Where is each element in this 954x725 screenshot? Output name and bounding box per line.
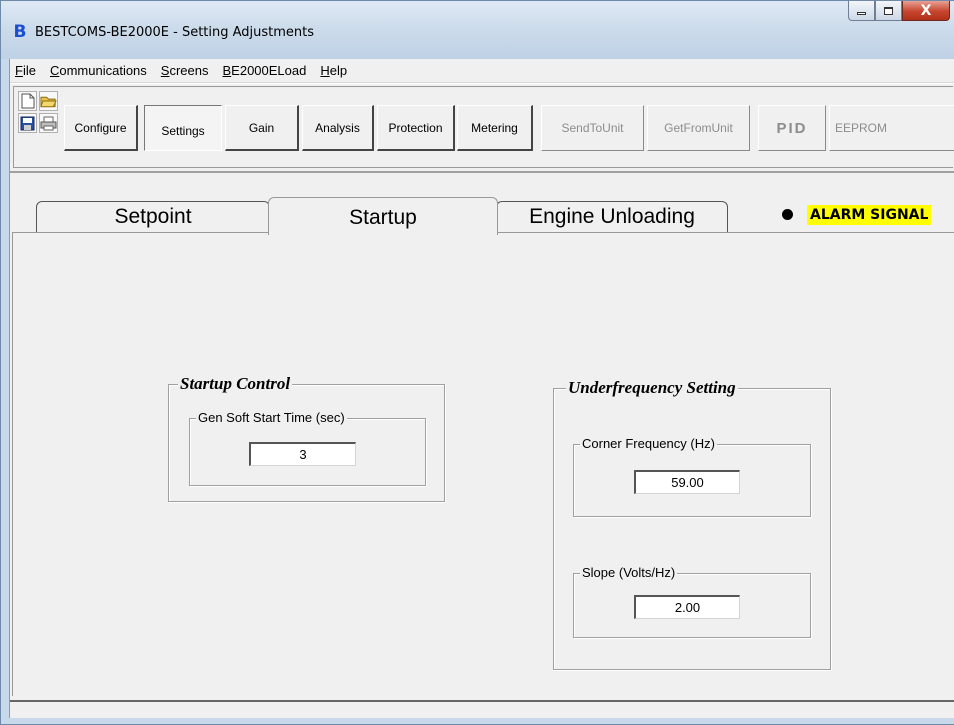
panel-bottom-border <box>10 700 954 702</box>
menu-help[interactable]: Help <box>315 63 356 78</box>
menu-screens[interactable]: Screens <box>156 63 218 78</box>
tab-setpoint[interactable]: Setpoint <box>36 201 270 233</box>
metering-button[interactable]: Metering <box>457 105 533 151</box>
settings-panel: Setpoint Startup Engine Unloading ALARM … <box>10 175 954 718</box>
pid-button[interactable]: PID <box>758 105 826 151</box>
alarm-signal-label: ALARM SIGNAL <box>807 205 932 225</box>
corner-frequency-label: Corner Frequency (Hz) <box>580 436 717 451</box>
slope-label: Slope (Volts/Hz) <box>580 565 678 580</box>
save-disk-icon[interactable] <box>18 113 37 133</box>
maximize-icon <box>884 6 893 15</box>
menu-be2000eload[interactable]: BE2000ELoad <box>218 63 316 78</box>
print-icon[interactable] <box>39 113 58 133</box>
startup-control-group: Startup Control Gen Soft Start Time (sec… <box>168 374 445 502</box>
window-title: BESTCOMS-BE2000E - Setting Adjustments <box>35 25 315 40</box>
minimize-button[interactable] <box>848 1 875 21</box>
corner-frequency-field[interactable]: 59.00 <box>634 470 740 494</box>
send-to-unit-button[interactable]: SendToUnit <box>541 105 644 151</box>
slope-field[interactable]: 2.00 <box>634 595 740 619</box>
slope-group: Slope (Volts/Hz) 2.00 <box>573 565 811 638</box>
menu-bar: File Communications Screens BE2000ELoad … <box>10 59 954 83</box>
tab-startup[interactable]: Startup <box>268 197 498 235</box>
window-controls: X <box>848 1 950 23</box>
application-window: B BESTCOMS-BE2000E - Setting Adjustments… <box>0 0 954 725</box>
alarm-indicator-icon <box>782 209 793 220</box>
settings-button[interactable]: Settings <box>144 105 222 151</box>
client-area: File Communications Screens BE2000ELoad … <box>9 59 954 718</box>
toolbar-group: Configure Settings Gain Analysis Protect… <box>13 86 954 168</box>
menu-communications[interactable]: Communications <box>45 63 156 78</box>
new-file-icon[interactable] <box>18 91 37 111</box>
title-bar[interactable]: B BESTCOMS-BE2000E - Setting Adjustments… <box>1 1 954 59</box>
corner-frequency-group: Corner Frequency (Hz) 59.00 <box>573 436 811 517</box>
close-icon: X <box>920 2 932 19</box>
underfrequency-title: Underfrequency Setting <box>566 378 738 398</box>
gain-button[interactable]: Gain <box>225 105 299 151</box>
eeprom-button[interactable]: EEPROM <box>829 105 954 151</box>
tab-engine-unloading[interactable]: Engine Unloading <box>496 201 728 233</box>
maximize-button[interactable] <box>875 1 902 21</box>
menu-file[interactable]: File <box>10 63 45 78</box>
soft-start-group: Gen Soft Start Time (sec) 3 <box>189 410 426 486</box>
soft-start-time-field[interactable]: 3 <box>249 442 356 466</box>
analysis-button[interactable]: Analysis <box>302 105 374 151</box>
close-button[interactable]: X <box>902 1 950 21</box>
tab-strip: Setpoint Startup Engine Unloading ALARM … <box>10 175 954 235</box>
protection-button[interactable]: Protection <box>377 105 455 151</box>
open-folder-icon[interactable] <box>39 91 58 111</box>
minimize-icon <box>857 12 866 15</box>
toolbar: Configure Settings Gain Analysis Protect… <box>10 83 954 173</box>
underfrequency-group: Underfrequency Setting Corner Frequency … <box>553 378 831 670</box>
soft-start-label: Gen Soft Start Time (sec) <box>196 410 347 425</box>
bestcoms-logo-icon: B <box>13 22 27 42</box>
startup-tab-panel: Startup Control Gen Soft Start Time (sec… <box>12 232 954 696</box>
configure-button[interactable]: Configure <box>64 105 138 151</box>
startup-control-title: Startup Control <box>178 374 293 394</box>
get-from-unit-button[interactable]: GetFromUnit <box>647 105 750 151</box>
